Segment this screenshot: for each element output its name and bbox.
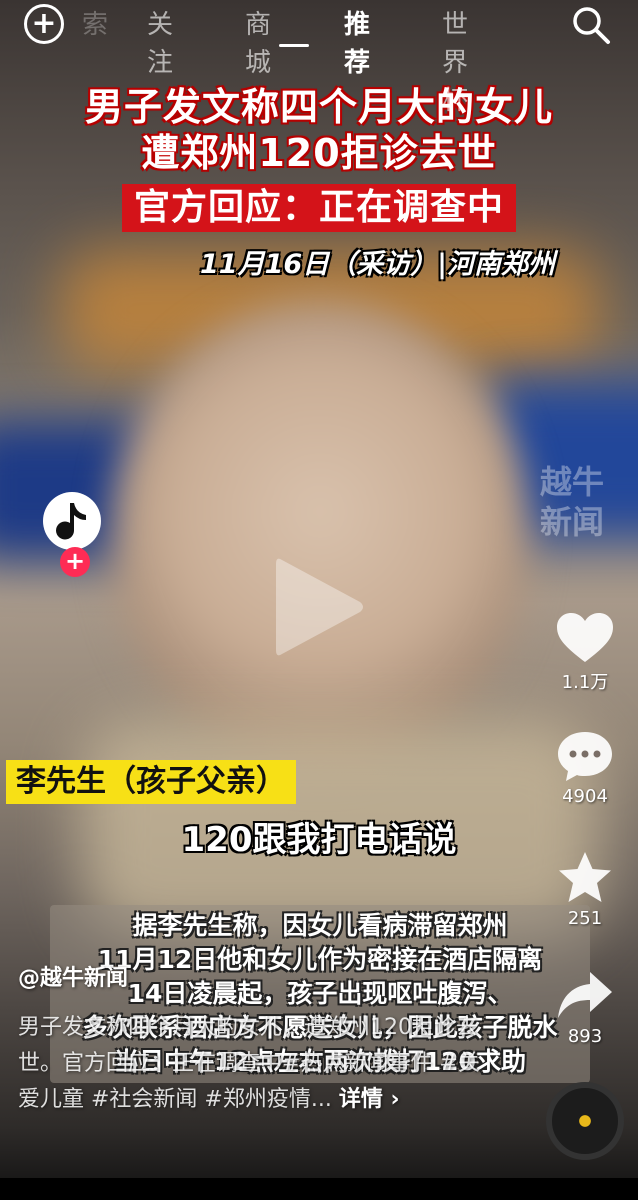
- heart-icon: [557, 613, 613, 662]
- video-face-blur: [110, 300, 530, 770]
- text-panel-line: 据李先生称，因女儿看病滞留郑州: [132, 911, 508, 940]
- author-avatar[interactable]: [43, 492, 101, 550]
- music-note-icon: [56, 503, 86, 540]
- comment-button[interactable]: 4904: [550, 728, 620, 807]
- headline-line-1: 男子发文称四个月大的女儿: [84, 85, 553, 129]
- tab-partial[interactable]: 索: [82, 6, 122, 44]
- search-icon[interactable]: [570, 4, 612, 46]
- details-label: 详情: [338, 1087, 383, 1112]
- tab-mall[interactable]: 商城: [245, 6, 271, 78]
- favorite-count: 251: [567, 908, 603, 929]
- tab-following[interactable]: 关注: [147, 6, 173, 78]
- top-navigation: + 索 关注 商城 推荐 世界杯: [0, 0, 638, 116]
- plus-circle-icon[interactable]: +: [24, 4, 64, 44]
- like-button[interactable]: 1.1万: [550, 610, 620, 694]
- video-headline: 男子发文称四个月大的女儿 遭郑州120拒诊去世 官方回应：正在调查中: [0, 84, 638, 232]
- tab-world-cup[interactable]: 世界杯: [442, 6, 468, 116]
- channel-watermark: 越牛新闻: [540, 463, 605, 541]
- text-panel-line: 11月12日他和女儿作为密接在酒店隔离: [97, 945, 543, 974]
- headline-line-2: 遭郑州120拒诊去世: [141, 131, 497, 175]
- details-link[interactable]: 详情 ›: [339, 1087, 400, 1112]
- comment-icon: [558, 732, 612, 781]
- post-description-text: 男子发文称四个月大的女儿，遭郑州120拒诊去世。官方回应：正在调查中#热点新闻事…: [18, 1015, 480, 1112]
- video-feed-screen[interactable]: 男子发文称四个月大的女儿 遭郑州120拒诊去世 官方回应：正在调查中 11月16…: [0, 0, 638, 1200]
- post-description[interactable]: 男子发文称四个月大的女儿，遭郑州120拒诊去世。官方回应：正在调查中#热点新闻事…: [18, 1010, 488, 1118]
- like-count: 1.1万: [561, 672, 609, 693]
- play-icon[interactable]: [268, 552, 368, 662]
- text-panel-line: 14日凌晨起，孩子出现呕吐腹泻、: [127, 979, 513, 1008]
- share-icon: [558, 972, 612, 1018]
- headline-official-response: 官方回应：正在调查中: [121, 184, 516, 232]
- music-disc-icon[interactable]: [546, 1082, 624, 1160]
- favorite-button[interactable]: 251: [550, 850, 620, 929]
- tab-recommended[interactable]: 推荐: [344, 6, 370, 78]
- share-button[interactable]: 893: [550, 968, 620, 1047]
- star-icon: [559, 852, 611, 902]
- feed-tabs: 索 关注 商城 推荐 世界杯: [82, 6, 468, 116]
- video-dateline: 11月16日（采访）|河南郑州: [200, 249, 556, 280]
- bottom-edge: [0, 1178, 638, 1200]
- active-tab-indicator: [279, 44, 309, 47]
- video-subtitle: 120跟我打电话说: [181, 820, 457, 860]
- post-author[interactable]: @越牛新闻: [18, 960, 128, 992]
- speaker-caption: 李先生（孩子父亲）: [6, 760, 296, 804]
- share-count: 893: [567, 1026, 603, 1047]
- comment-count: 4904: [562, 786, 608, 807]
- follow-button[interactable]: +: [60, 547, 90, 577]
